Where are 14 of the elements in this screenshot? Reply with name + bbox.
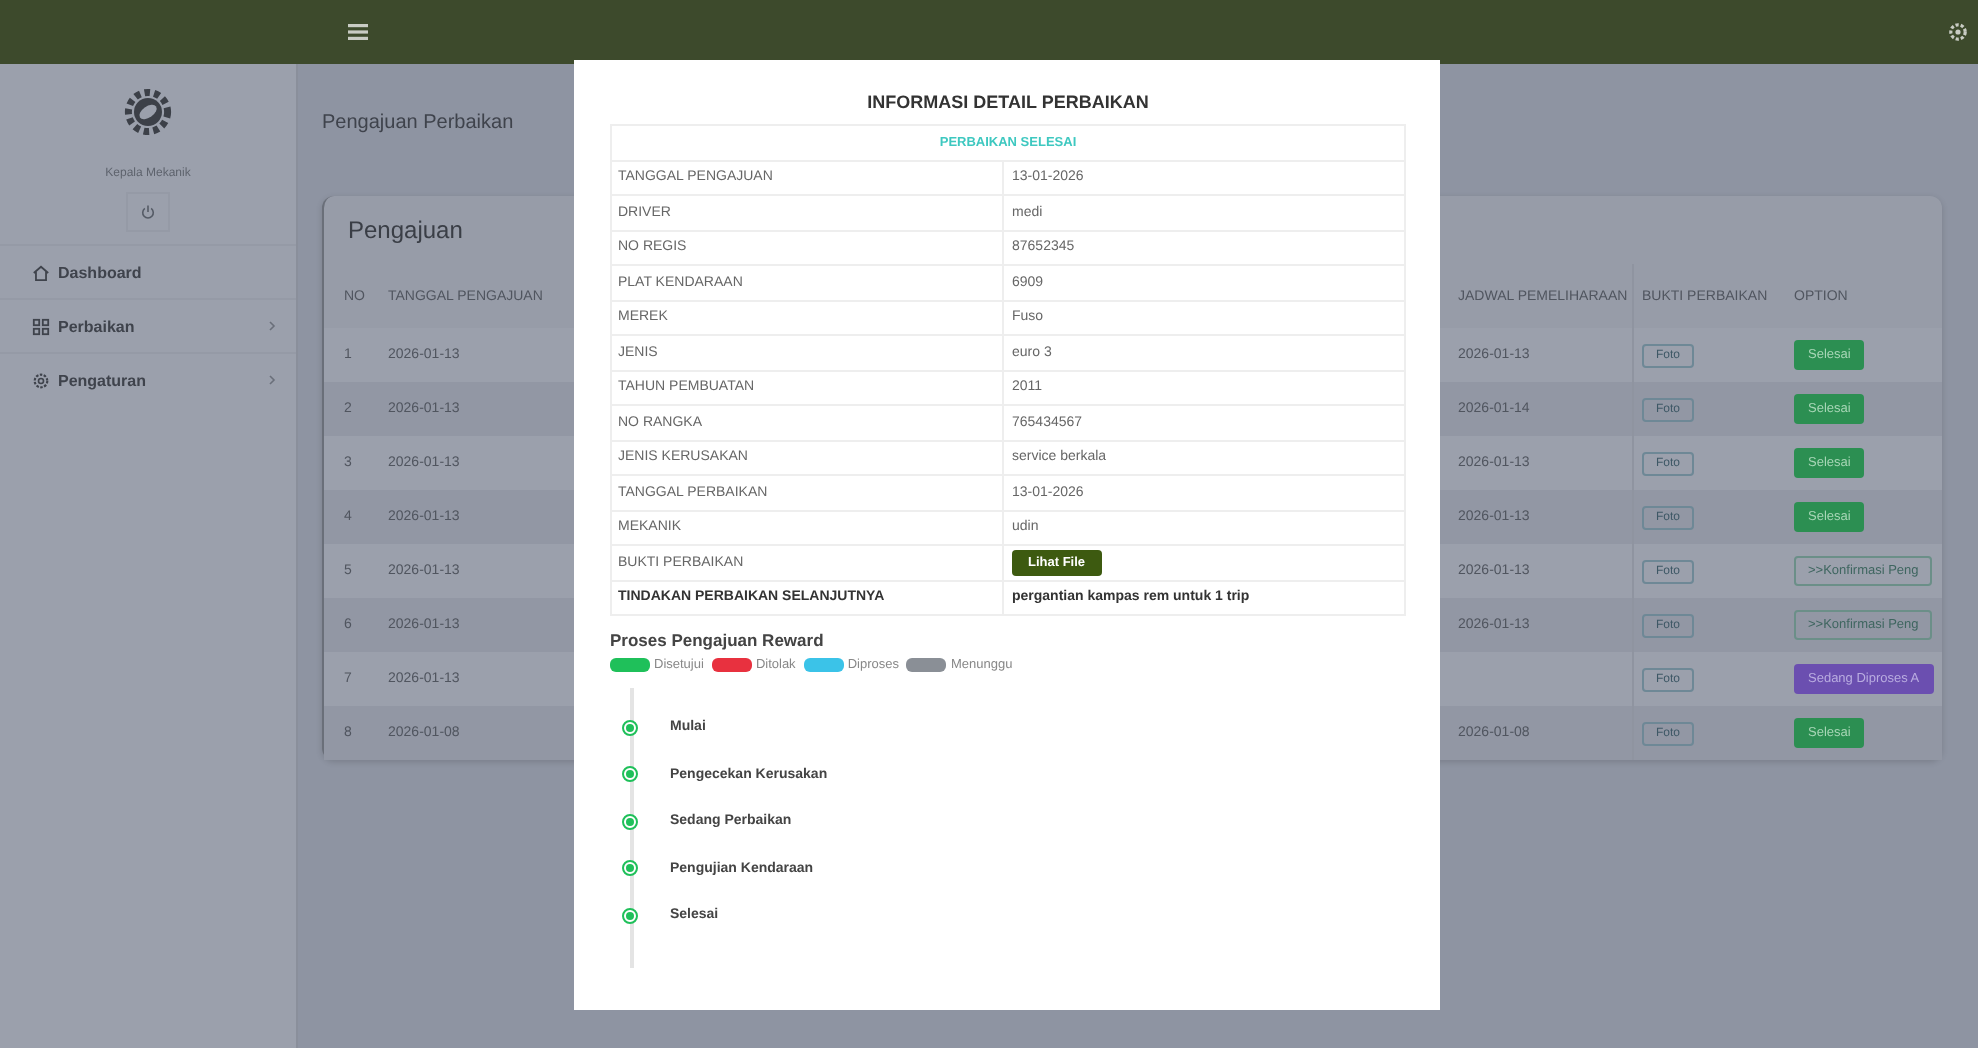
process-title: Proses Pengajuan Reward <box>610 630 826 650</box>
power-icon <box>140 204 156 220</box>
page-title: Pengajuan Perbaikan <box>322 111 514 133</box>
sidebar-item[interactable]: Perbaikan <box>0 298 296 352</box>
sidebar-item[interactable]: Pengaturan <box>0 352 296 406</box>
menu-icon[interactable] <box>348 24 368 40</box>
settings-icon[interactable] <box>1948 22 1968 42</box>
sidebar-item[interactable]: Dashboard <box>0 244 296 298</box>
home-icon <box>32 263 50 281</box>
card-title: Pengajuan <box>348 216 463 244</box>
gear-logo-icon <box>120 84 176 140</box>
gear-icon <box>32 371 50 389</box>
grid-icon <box>32 317 50 335</box>
modal-title: INFORMASI DETAIL PERBAIKAN <box>865 92 1151 116</box>
